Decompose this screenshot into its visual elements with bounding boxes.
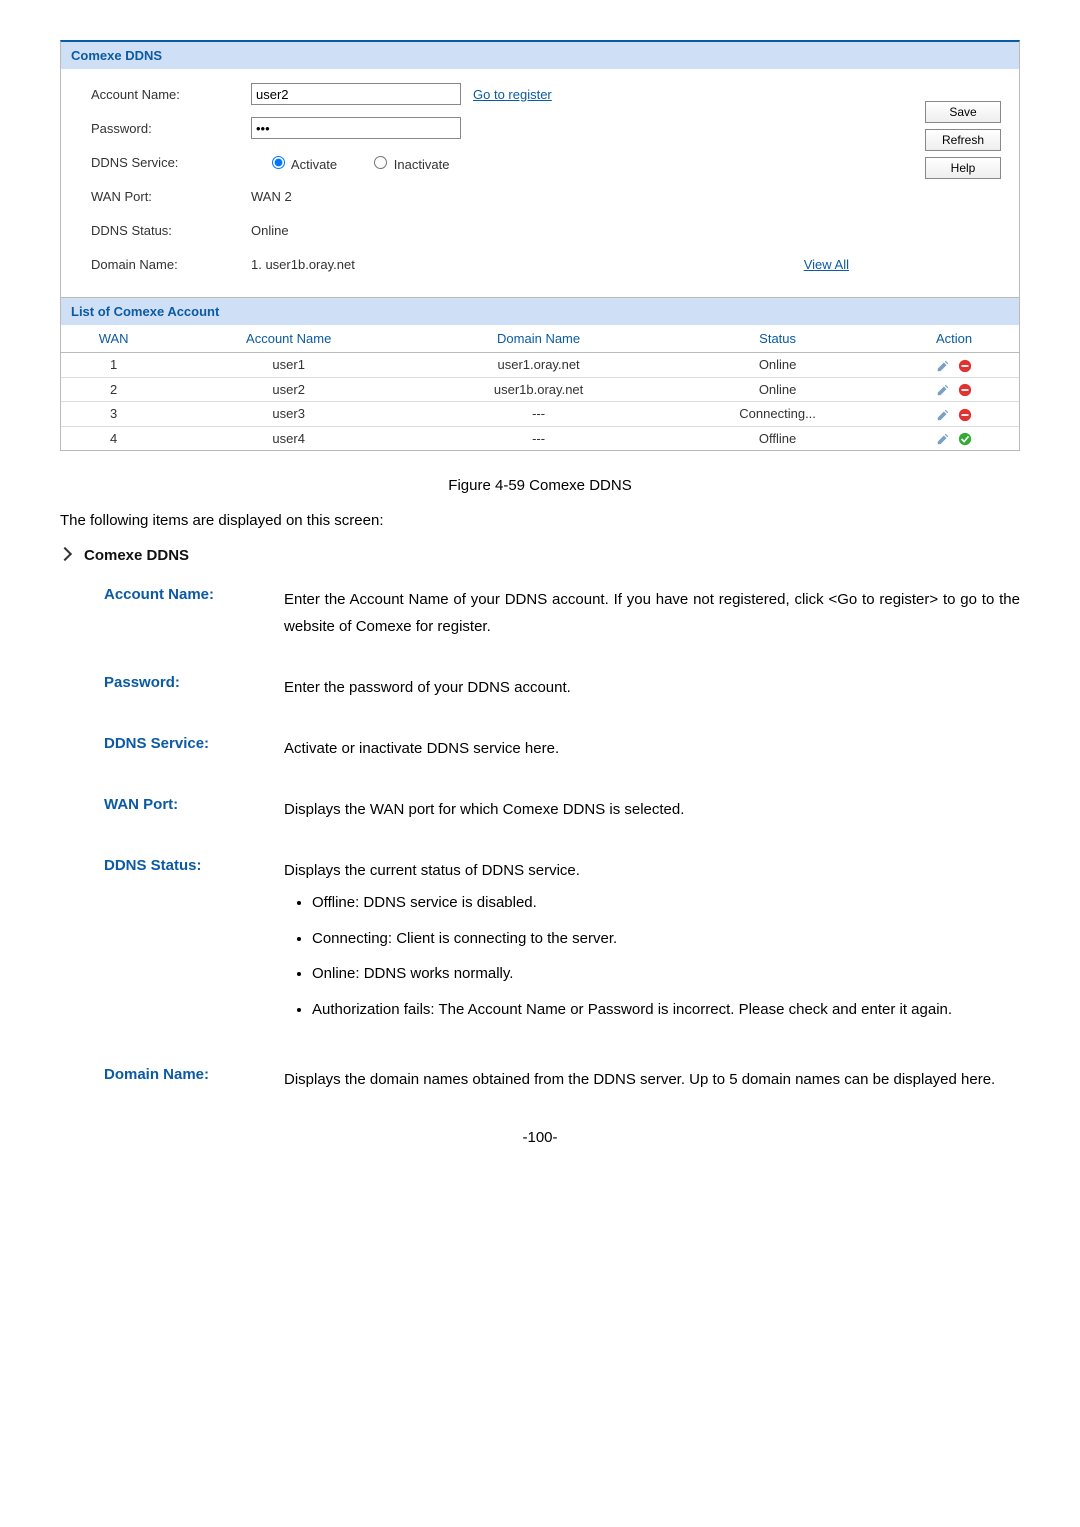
desc-wan-text: Displays the WAN port for which Comexe D…	[284, 796, 1020, 823]
section-title: Comexe DDNS	[60, 547, 1020, 564]
cell-action	[889, 426, 1019, 450]
col-account: Account Name	[166, 325, 411, 353]
table-row: 2user2user1b.oray.netOnline	[61, 377, 1019, 402]
cell-domain: user1.oray.net	[411, 353, 666, 378]
col-status: Status	[666, 325, 889, 353]
table-row: 3user3---Connecting...	[61, 402, 1019, 427]
intro-line: The following items are displayed on thi…	[60, 512, 1020, 529]
desc-domain-text: Displays the domain names obtained from …	[284, 1066, 1020, 1093]
desc-service-label: DDNS Service:	[104, 735, 284, 752]
go-to-register-link[interactable]: Go to register	[473, 87, 552, 102]
side-buttons: Save Refresh Help	[925, 101, 1001, 179]
cell-account: user4	[166, 426, 411, 450]
cell-status: Online	[666, 377, 889, 402]
password-label: Password:	[91, 121, 251, 136]
col-action: Action	[889, 325, 1019, 353]
cell-account: user2	[166, 377, 411, 402]
col-wan: WAN	[61, 325, 166, 353]
domain-name-label: Domain Name:	[91, 257, 251, 272]
delete-icon[interactable]	[958, 383, 972, 397]
save-button[interactable]: Save	[925, 101, 1001, 123]
delete-icon[interactable]	[958, 408, 972, 422]
cell-status: Offline	[666, 426, 889, 450]
desc-status-body: Displays the current status of DDNS serv…	[284, 857, 1020, 1032]
list-title: List of Comexe Account	[61, 297, 1019, 325]
refresh-button[interactable]: Refresh	[925, 129, 1001, 151]
cell-action	[889, 402, 1019, 427]
form-area: Save Refresh Help Account Name: Go to re…	[61, 69, 1019, 297]
inactivate-label: Inactivate	[394, 157, 450, 172]
cell-account: user1	[166, 353, 411, 378]
password-input[interactable]	[251, 117, 461, 139]
desc-domain-label: Domain Name:	[104, 1066, 284, 1083]
cell-action	[889, 353, 1019, 378]
ddns-panel: Comexe DDNS Save Refresh Help Account Na…	[60, 40, 1020, 451]
table-row: 1user1user1.oray.netOnline	[61, 353, 1019, 378]
delete-icon[interactable]	[958, 359, 972, 373]
table-row: 4user4---Offline	[61, 426, 1019, 450]
ddns-status-label: DDNS Status:	[91, 223, 251, 238]
cell-wan: 1	[61, 353, 166, 378]
desc-status-label: DDNS Status:	[104, 857, 284, 874]
desc-account-text: Enter the Account Name of your DDNS acco…	[284, 586, 1020, 640]
activate-label: Activate	[291, 157, 337, 172]
cell-wan: 4	[61, 426, 166, 450]
inactivate-radio[interactable]	[374, 156, 387, 169]
edit-icon[interactable]	[936, 359, 950, 373]
panel-title: Comexe DDNS	[61, 42, 1019, 69]
status-item: Offline: DDNS service is disabled.	[312, 890, 1020, 916]
cell-action	[889, 377, 1019, 402]
cell-domain: ---	[411, 402, 666, 427]
desc-service-text: Activate or inactivate DDNS service here…	[284, 735, 1020, 762]
chevron-right-icon	[58, 547, 72, 561]
account-name-input[interactable]	[251, 83, 461, 105]
domain-name-value: 1. user1b.oray.net	[251, 257, 355, 272]
status-item: Authorization fails: The Account Name or…	[312, 997, 1020, 1023]
edit-icon[interactable]	[936, 408, 950, 422]
desc-status-text: Displays the current status of DDNS serv…	[284, 857, 1020, 884]
wan-port-value: WAN 2	[251, 189, 292, 204]
cell-domain: ---	[411, 426, 666, 450]
page-number: -100-	[60, 1129, 1020, 1146]
activate-radio[interactable]	[272, 156, 285, 169]
account-name-label: Account Name:	[91, 87, 251, 102]
cell-account: user3	[166, 402, 411, 427]
figure-caption: Figure 4-59 Comexe DDNS	[60, 477, 1020, 494]
ddns-service-label: DDNS Service:	[91, 155, 251, 170]
view-all-link[interactable]: View All	[804, 257, 849, 272]
enable-icon[interactable]	[958, 432, 972, 446]
desc-wan-label: WAN Port:	[104, 796, 284, 813]
cell-wan: 2	[61, 377, 166, 402]
wan-port-label: WAN Port:	[91, 189, 251, 204]
ddns-status-value: Online	[251, 223, 289, 238]
col-domain: Domain Name	[411, 325, 666, 353]
edit-icon[interactable]	[936, 432, 950, 446]
account-table: WAN Account Name Domain Name Status Acti…	[61, 325, 1019, 450]
desc-password-text: Enter the password of your DDNS account.	[284, 674, 1020, 701]
cell-wan: 3	[61, 402, 166, 427]
cell-status: Online	[666, 353, 889, 378]
desc-password-label: Password:	[104, 674, 284, 691]
cell-domain: user1b.oray.net	[411, 377, 666, 402]
edit-icon[interactable]	[936, 383, 950, 397]
status-item: Connecting: Client is connecting to the …	[312, 926, 1020, 952]
help-button[interactable]: Help	[925, 157, 1001, 179]
status-item: Online: DDNS works normally.	[312, 961, 1020, 987]
cell-status: Connecting...	[666, 402, 889, 427]
desc-account-label: Account Name:	[104, 586, 284, 603]
